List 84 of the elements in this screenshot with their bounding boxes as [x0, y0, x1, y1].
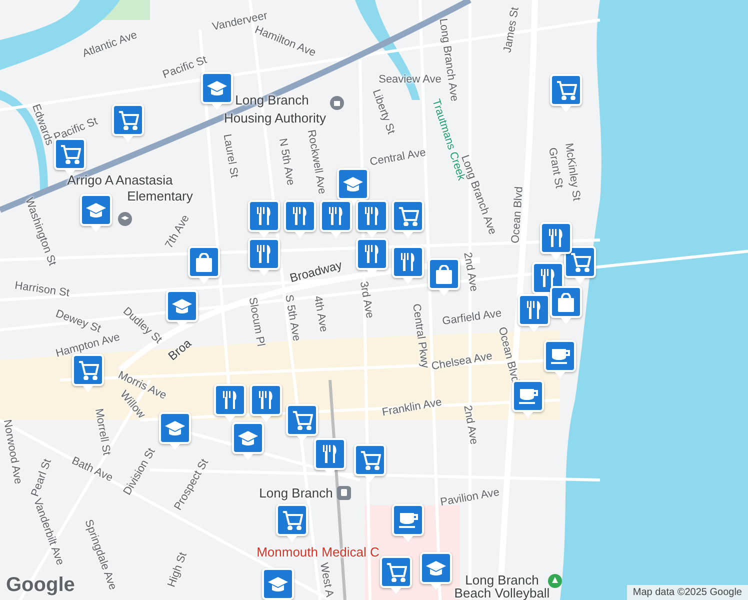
map-label: Chelsea Ave — [430, 350, 494, 374]
map-label: Hampton Ave — [54, 331, 122, 361]
map-label: 3rd Ave — [356, 280, 376, 320]
fork-knife-icon — [527, 301, 541, 319]
map-label: S 5th Ave — [282, 294, 302, 342]
map-label: Morrell St — [92, 408, 112, 456]
fork-knife-icon — [257, 207, 271, 225]
building-icon — [330, 96, 344, 110]
fork-knife-icon — [541, 269, 555, 287]
map-label: Pacific St — [52, 115, 100, 144]
map-label: N 5th Ave — [275, 137, 297, 187]
shopping-cart-icon — [118, 110, 138, 130]
map-label: Norwood Ave — [0, 418, 24, 486]
graduation-cap-icon — [86, 202, 106, 218]
map-label: Broa — [166, 336, 194, 364]
shopping-cart-icon — [398, 206, 418, 226]
map-label: Atlantic Ave — [80, 29, 140, 61]
fork-knife-icon — [549, 229, 563, 247]
map-label: Central Ave — [368, 146, 428, 170]
fork-knife-icon — [365, 245, 379, 263]
map-label: Long Branch — [259, 486, 333, 500]
graduation-cap-icon — [268, 576, 288, 592]
map-label: Long Branch — [235, 92, 309, 108]
map-label: 7th Ave — [163, 212, 193, 252]
fork-knife-icon — [293, 207, 307, 225]
graduation-cap-icon — [426, 560, 446, 576]
school-icon — [118, 212, 132, 226]
map-label: Elementary — [127, 188, 193, 204]
map-label: Franklin Ave — [381, 396, 443, 420]
fork-knife-icon — [365, 207, 379, 225]
shopping-cart-icon — [386, 562, 406, 582]
shopping-cart-icon — [282, 510, 302, 530]
map-label: James St — [502, 6, 522, 54]
graduation-cap-icon — [343, 176, 363, 192]
map-label: Harrison St — [14, 280, 70, 300]
fork-knife-icon — [323, 445, 337, 463]
map-attribution: Map data ©2025 Google — [626, 585, 748, 600]
map-label: Pearl St — [29, 457, 54, 498]
park-icon — [548, 574, 562, 588]
shopping-bag-icon — [436, 264, 452, 284]
shopping-bag-icon — [558, 292, 574, 312]
map-label: Rockwell Ave — [304, 128, 328, 196]
shopping-cart-icon — [78, 360, 98, 380]
map-label: Arrigo A Anastasia — [67, 172, 173, 188]
fork-knife-icon — [401, 253, 415, 271]
coffee-cup-icon — [518, 388, 538, 404]
graduation-cap-icon — [238, 430, 258, 446]
map-label: Long Branch — [465, 572, 539, 588]
map-label: Grant St — [545, 146, 565, 190]
fork-knife-icon — [329, 207, 343, 225]
fork-knife-icon — [259, 391, 273, 409]
fork-knife-icon — [223, 391, 237, 409]
shopping-cart-icon — [60, 144, 80, 164]
shopping-cart-icon — [570, 252, 590, 272]
fork-knife-icon — [257, 245, 271, 263]
map-label: Slocum Pl — [245, 296, 267, 348]
graduation-cap-icon — [172, 298, 192, 314]
map-label: 2nd Ave — [460, 404, 480, 446]
map-label: Laurel St — [220, 133, 240, 179]
map-label: Central Pkwy — [409, 303, 431, 369]
map-label: Monmouth Medical C — [256, 544, 380, 560]
shopping-bag-icon — [196, 252, 212, 272]
shopping-cart-icon — [360, 450, 380, 470]
coffee-cup-icon — [398, 512, 418, 528]
map-label: High St — [166, 550, 190, 590]
map-label: Housing Authority — [224, 110, 326, 126]
google-logo: Google — [6, 574, 75, 597]
shopping-cart-icon — [556, 80, 576, 100]
map-label: Garfield Ave — [442, 307, 502, 328]
map-label: Pacific St — [161, 54, 209, 82]
map-label: Bath Ave — [69, 454, 115, 486]
graduation-cap-icon — [207, 80, 227, 96]
map-label: McKinley St — [562, 142, 582, 202]
map-label: West A — [316, 562, 336, 598]
map-label: Liberty St — [368, 88, 398, 136]
coffee-cup-icon — [550, 348, 570, 364]
graduation-cap-icon — [165, 420, 185, 436]
map-label: Pavilion Ave — [439, 486, 501, 510]
map-label: 2nd Ave — [460, 251, 480, 293]
map-label: Broadway — [288, 258, 344, 286]
train-icon — [337, 486, 351, 500]
shopping-cart-icon — [292, 410, 312, 430]
map-label: 4th Ave — [310, 294, 330, 334]
map-label: Ocean Blvd — [510, 186, 526, 244]
